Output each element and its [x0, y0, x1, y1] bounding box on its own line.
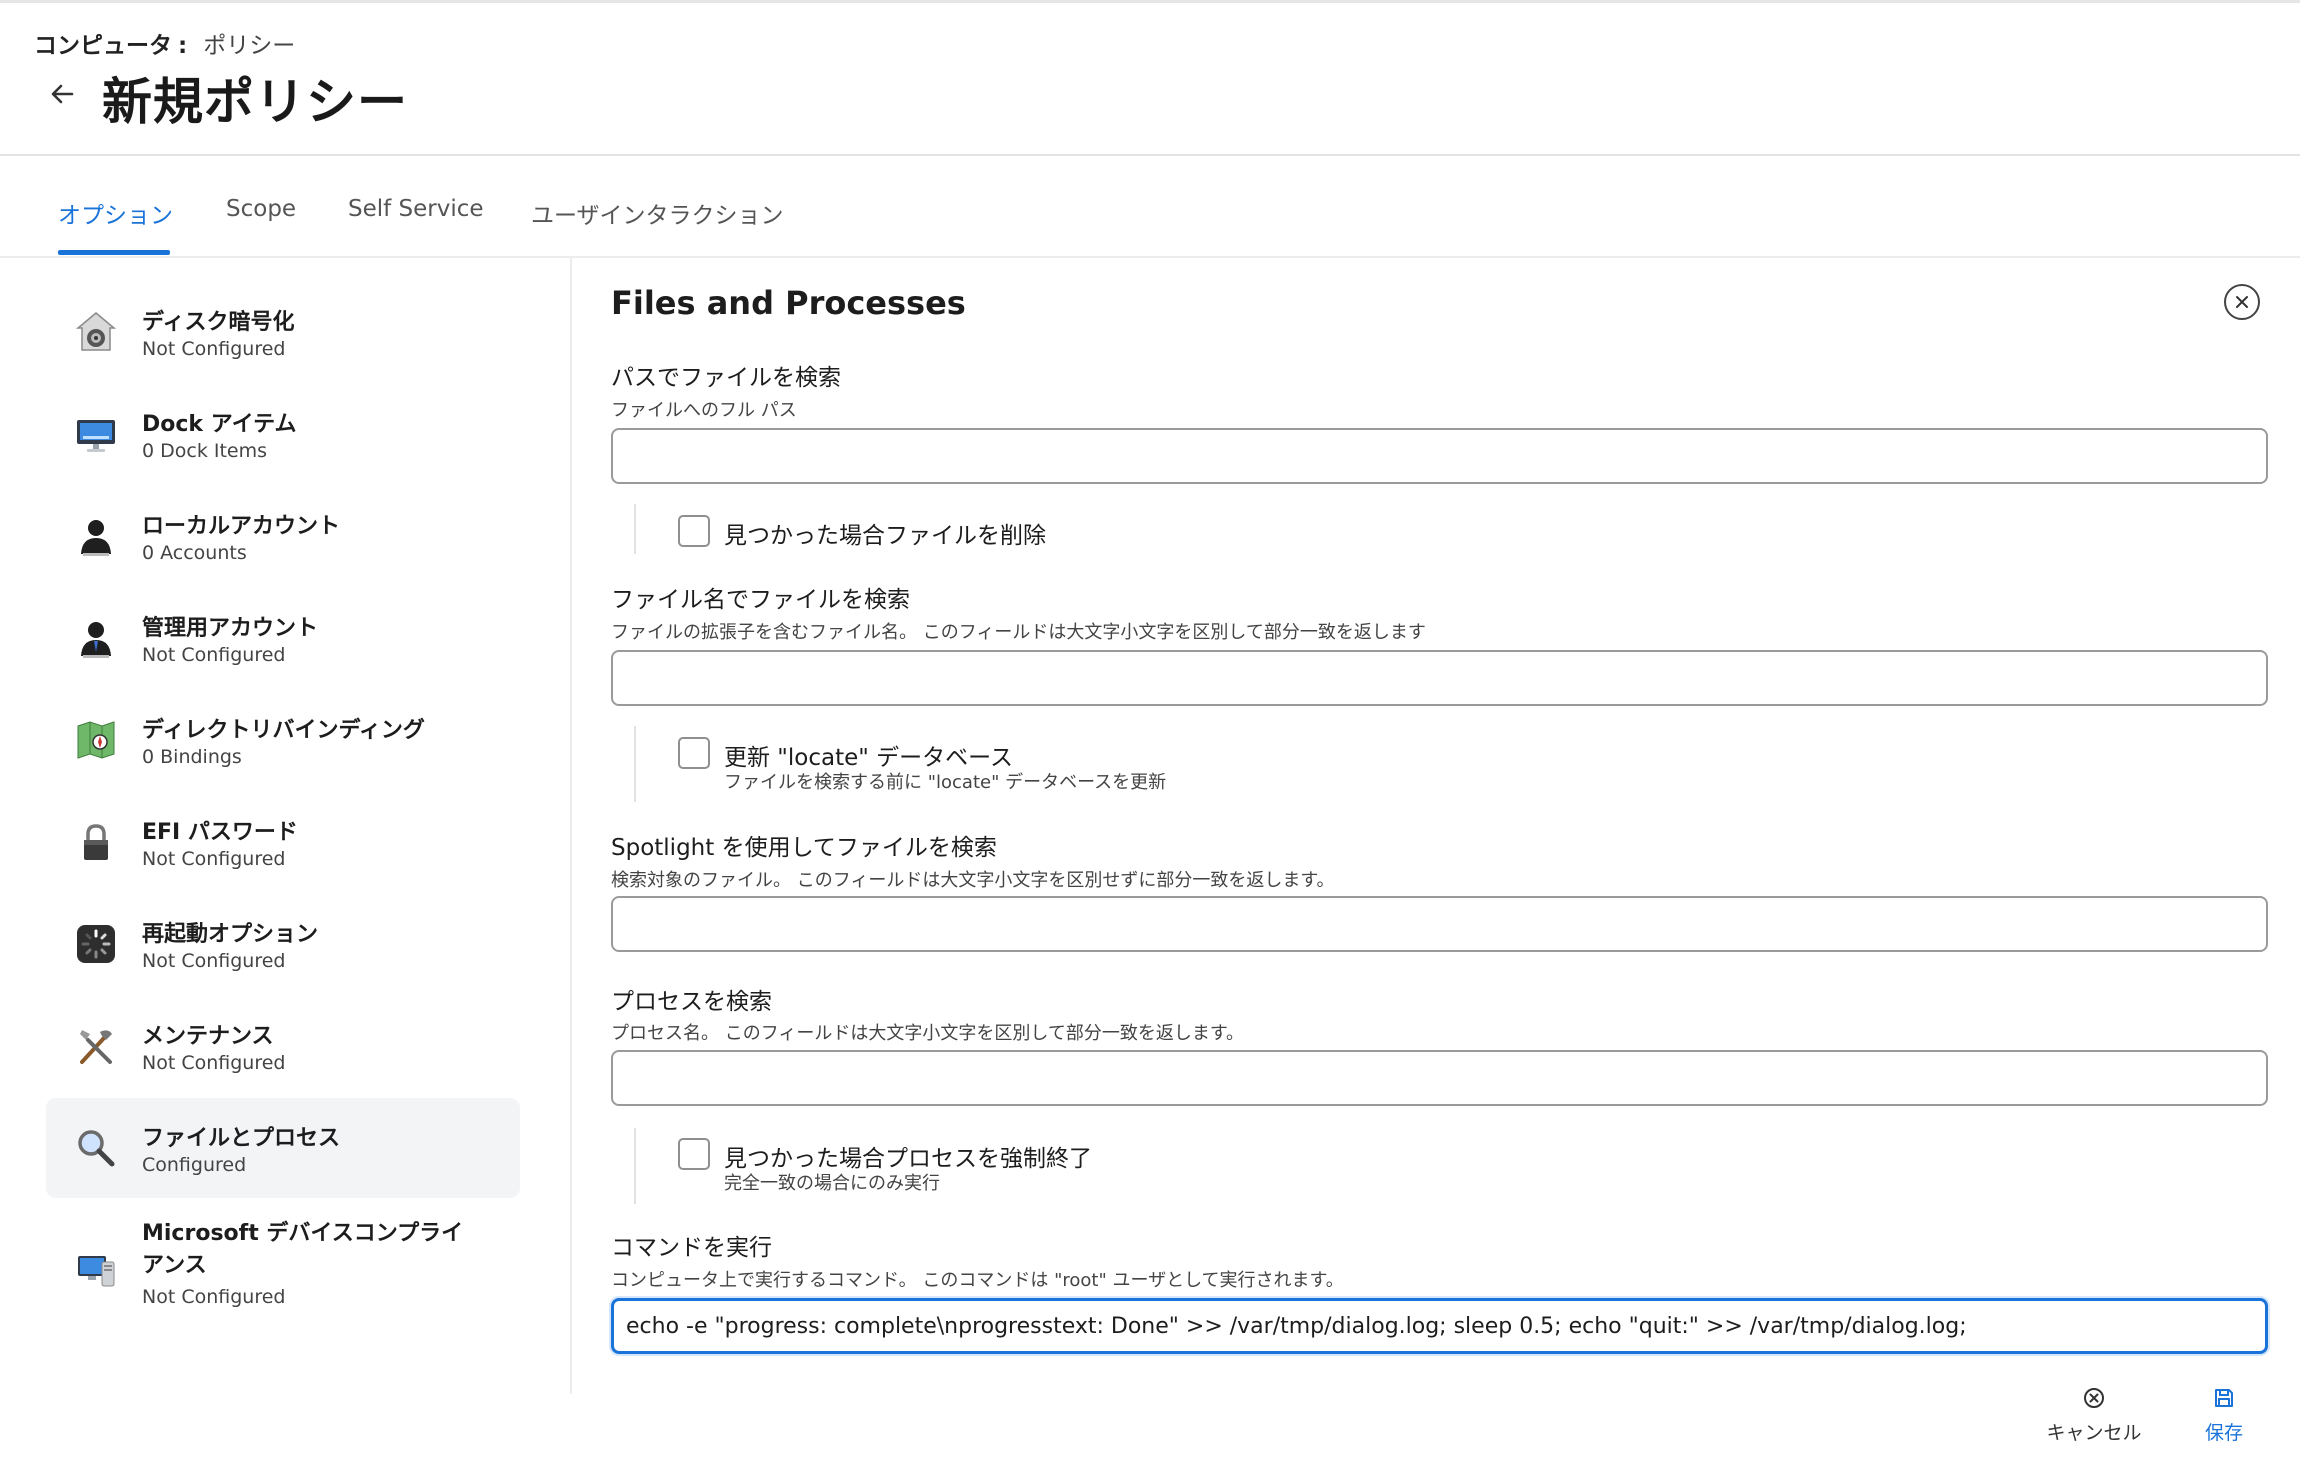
update-locate-checkbox[interactable]: [678, 737, 710, 769]
magnifier-icon: [74, 1126, 118, 1170]
cancel-button[interactable]: キャンセル: [2044, 1386, 2144, 1445]
spotlight-help: 検索対象のファイル。 このフィールドは大文字小文字を区別せずに部分一致を返します…: [611, 870, 1335, 891]
sidebar-item-title: 管理用アカウント: [142, 616, 319, 641]
sidebar-item-title: EFI パスワード: [142, 820, 298, 845]
sidebar-item-title: ディレクトリバインディング: [142, 718, 425, 743]
search-path-input[interactable]: [611, 428, 2268, 484]
padlock-icon: [74, 820, 118, 864]
tab-user-interaction[interactable]: ユーザインタラクション: [531, 196, 784, 230]
tab-self-service[interactable]: Self Service: [348, 196, 484, 222]
sidebar-item-status: Configured: [142, 1154, 247, 1176]
panel-title: Files and Processes: [611, 284, 966, 322]
directory-map-icon: [74, 718, 118, 762]
sidebar-item-efi-password[interactable]: EFI パスワード Not Configured: [46, 792, 520, 892]
delete-if-found-label: 見つかった場合ファイルを削除: [724, 523, 1046, 549]
sidebar-item-status: 0 Accounts: [142, 542, 247, 564]
tab-scope[interactable]: Scope: [226, 196, 296, 222]
breadcrumb-computers[interactable]: コンピュータ: [34, 33, 172, 59]
disk-encryption-icon: [74, 310, 118, 354]
sidebar-item-status: Not Configured: [142, 1286, 286, 1308]
page-title: 新規ポリシー: [102, 73, 408, 131]
sidebar-item-title: ディスク暗号化: [142, 310, 295, 335]
spotlight-label: Spotlight を使用してファイルを検索: [611, 835, 997, 861]
sidebar-item-restart-options[interactable]: 再起動オプション Not Configured: [46, 894, 520, 994]
search-path-help: ファイルへのフル パス: [611, 400, 797, 421]
back-arrow-icon[interactable]: [44, 76, 80, 112]
close-panel-button[interactable]: [2224, 284, 2260, 320]
sidebar-item-title: Microsoft デバイスコンプライアンス: [142, 1221, 464, 1278]
spotlight-input[interactable]: [611, 896, 2268, 952]
sidebar-item-status: Not Configured: [142, 848, 286, 870]
sidebar-divider: [570, 258, 572, 1394]
sidebar-item-files-processes[interactable]: ファイルとプロセス Configured: [46, 1098, 520, 1198]
sidebar-item-status: 0 Dock Items: [142, 440, 268, 462]
breadcrumb: コンピュータ: ポリシー: [34, 26, 295, 60]
header-divider: [0, 154, 2300, 156]
option-indent-line: [634, 1128, 636, 1204]
search-path-label: パスでファイルを検索: [611, 365, 841, 391]
sidebar-item-title: 再起動オプション: [142, 922, 319, 947]
active-tab-indicator: [58, 250, 170, 255]
tools-icon: [74, 1024, 118, 1068]
compliance-monitor-icon: [74, 1248, 118, 1292]
sidebar-item-status: Not Configured: [142, 950, 286, 972]
delete-if-found-checkbox[interactable]: [678, 515, 710, 547]
sidebar-item-microsoft-compliance[interactable]: Microsoft デバイスコンプライアンス Not Configured: [46, 1200, 520, 1340]
kill-process-label: 見つかった場合プロセスを強制終了: [724, 1146, 1092, 1172]
cancel-label: キャンセル: [2046, 1422, 2142, 1444]
admin-user-icon: [74, 616, 118, 660]
sidebar-item-title: ローカルアカウント: [142, 514, 341, 539]
sidebar-item-status: Not Configured: [142, 1052, 286, 1074]
sidebar-item-maintenance[interactable]: メンテナンス Not Configured: [46, 996, 520, 1096]
user-silhouette-icon: [74, 514, 118, 558]
save-button[interactable]: 保存: [2196, 1386, 2252, 1445]
tab-options[interactable]: オプション: [58, 196, 173, 230]
breadcrumb-policies[interactable]: ポリシー: [203, 33, 295, 59]
search-filename-label: ファイル名でファイルを検索: [611, 587, 910, 613]
sidebar-item-status: Not Configured: [142, 338, 286, 360]
sidebar-item-status: 0 Bindings: [142, 746, 242, 768]
save-label: 保存: [2204, 1422, 2243, 1444]
run-command-label: コマンドを実行: [611, 1235, 772, 1261]
search-process-help: プロセス名。 このフィールドは大文字小文字を区別して部分一致を返します。: [611, 1023, 1245, 1044]
save-floppy-icon: [2215, 1389, 2233, 1407]
restart-spinner-icon: [74, 922, 118, 966]
kill-process-help: 完全一致の場合にのみ実行: [724, 1173, 940, 1194]
sidebar-item-title: メンテナンス: [142, 1024, 274, 1049]
sidebar-item-title: ファイルとプロセス: [142, 1126, 341, 1151]
sidebar-item-admin-account[interactable]: 管理用アカウント Not Configured: [46, 588, 520, 688]
sidebar-item-dock-items[interactable]: Dock アイテム 0 Dock Items: [46, 384, 520, 484]
search-filename-input[interactable]: [611, 650, 2268, 706]
run-command-input[interactable]: [611, 1298, 2268, 1354]
sidebar-item-local-accounts[interactable]: ローカルアカウント 0 Accounts: [46, 486, 520, 586]
tabs-divider: [0, 256, 2300, 258]
close-icon: [2236, 296, 2248, 308]
dock-display-icon: [74, 412, 118, 456]
search-process-label: プロセスを検索: [611, 989, 772, 1015]
top-border: [0, 0, 2300, 3]
kill-process-checkbox[interactable]: [678, 1138, 710, 1170]
cancel-circle-icon: [2084, 1388, 2104, 1408]
search-process-input[interactable]: [611, 1050, 2268, 1106]
breadcrumb-separator: :: [178, 33, 188, 59]
sidebar-item-status: Not Configured: [142, 644, 286, 666]
sidebar-item-directory-binding[interactable]: ディレクトリバインディング 0 Bindings: [46, 690, 520, 790]
option-indent-line: [634, 504, 636, 554]
search-filename-help: ファイルの拡張子を含むファイル名。 このフィールドは大文字小文字を区別して部分一…: [611, 622, 1426, 643]
run-command-help: コンピュータ上で実行するコマンド。 このコマンドは "root" ユーザとして実…: [611, 1270, 1344, 1291]
update-locate-help: ファイルを検索する前に "locate" データベースを更新: [724, 772, 1167, 793]
option-indent-line: [634, 726, 636, 802]
sidebar-item-title: Dock アイテム: [142, 412, 297, 437]
sidebar-item-disk-encryption[interactable]: ディスク暗号化 Not Configured: [46, 282, 520, 382]
update-locate-label: 更新 "locate" データベース: [724, 745, 1014, 771]
